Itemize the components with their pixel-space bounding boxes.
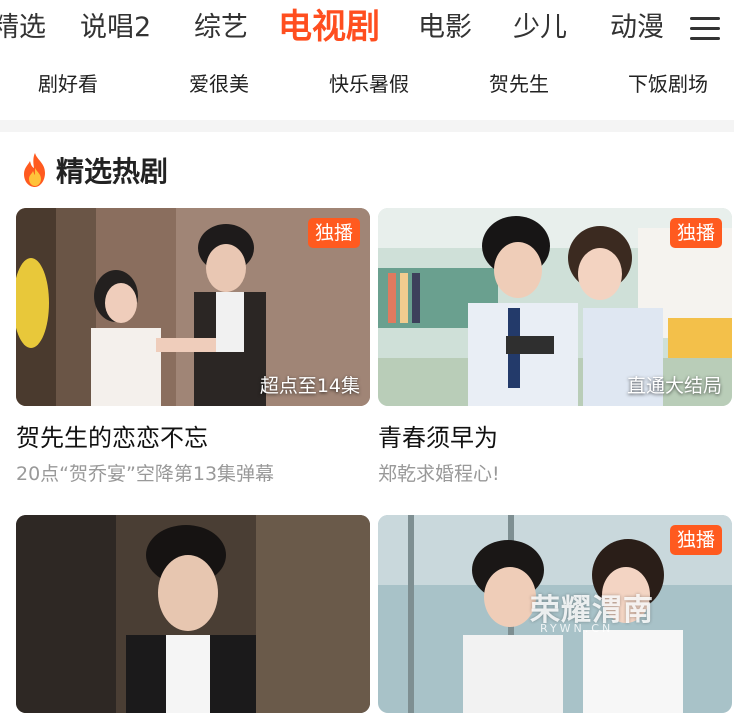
fire-icon (24, 153, 45, 187)
tab-rap[interactable]: 说唱2 (80, 8, 151, 48)
drama-subtitle: 20点“贺乔宴”空降第13集弹幕 (16, 463, 275, 485)
tab-tv-series[interactable]: 电视剧 (278, 4, 380, 50)
exclusive-badge: 独播 (669, 218, 722, 248)
drama-thumbnail[interactable] (16, 515, 370, 713)
sub-category-bar: 剧好看 爱很美 快乐暑假 贺先生 下饭剧场 (0, 62, 734, 110)
drama-title[interactable]: 贺先生的恋恋不忘 (16, 418, 370, 453)
tab-movies[interactable]: 电影 (418, 8, 472, 48)
watermark-url: RYWN.CN (540, 622, 614, 635)
drama-card[interactable] (16, 515, 370, 725)
drama-subtitle: 郑乾求婚程心! (378, 463, 500, 485)
drama-thumbnail[interactable]: 独播 超点至14集 (16, 208, 370, 406)
sub-tab-good-drama[interactable]: 剧好看 (38, 68, 98, 97)
drama-card[interactable]: 独播 直通大结局 青春须早为 郑乾求婚程心! (378, 208, 732, 486)
tab-variety[interactable]: 综艺 (194, 8, 248, 48)
tab-kids[interactable]: 少儿 (513, 8, 567, 48)
tab-anime[interactable]: 动漫 (610, 8, 664, 48)
section-header: 精选热剧 (20, 150, 168, 190)
channel-tab-bar: 精选 说唱2 综艺 电视剧 电影 少儿 动漫 (0, 0, 734, 62)
drama-thumbnail[interactable]: 独播 直通大结局 (378, 208, 732, 406)
episode-overlay: 超点至14集 (259, 375, 360, 397)
sub-tab-meal-theater[interactable]: 下饭剧场 (628, 68, 708, 97)
exclusive-badge: 独播 (307, 218, 360, 248)
sub-tab-summer[interactable]: 快乐暑假 (329, 68, 409, 97)
sub-tab-mr-he[interactable]: 贺先生 (489, 68, 549, 97)
sub-tab-love[interactable]: 爱很美 (189, 68, 249, 97)
episode-overlay: 直通大结局 (626, 375, 722, 397)
exclusive-badge: 独播 (669, 525, 722, 555)
drama-card[interactable]: 独播 超点至14集 贺先生的恋恋不忘 20点“贺乔宴”空降第13集弹幕 (16, 208, 370, 486)
menu-icon[interactable] (690, 14, 724, 44)
drama-poster-image (16, 515, 370, 713)
drama-title[interactable]: 青春须早为 (378, 418, 732, 453)
section-title: 精选热剧 (56, 155, 169, 188)
section-divider (0, 120, 734, 132)
tab-featured[interactable]: 精选 (0, 8, 46, 48)
